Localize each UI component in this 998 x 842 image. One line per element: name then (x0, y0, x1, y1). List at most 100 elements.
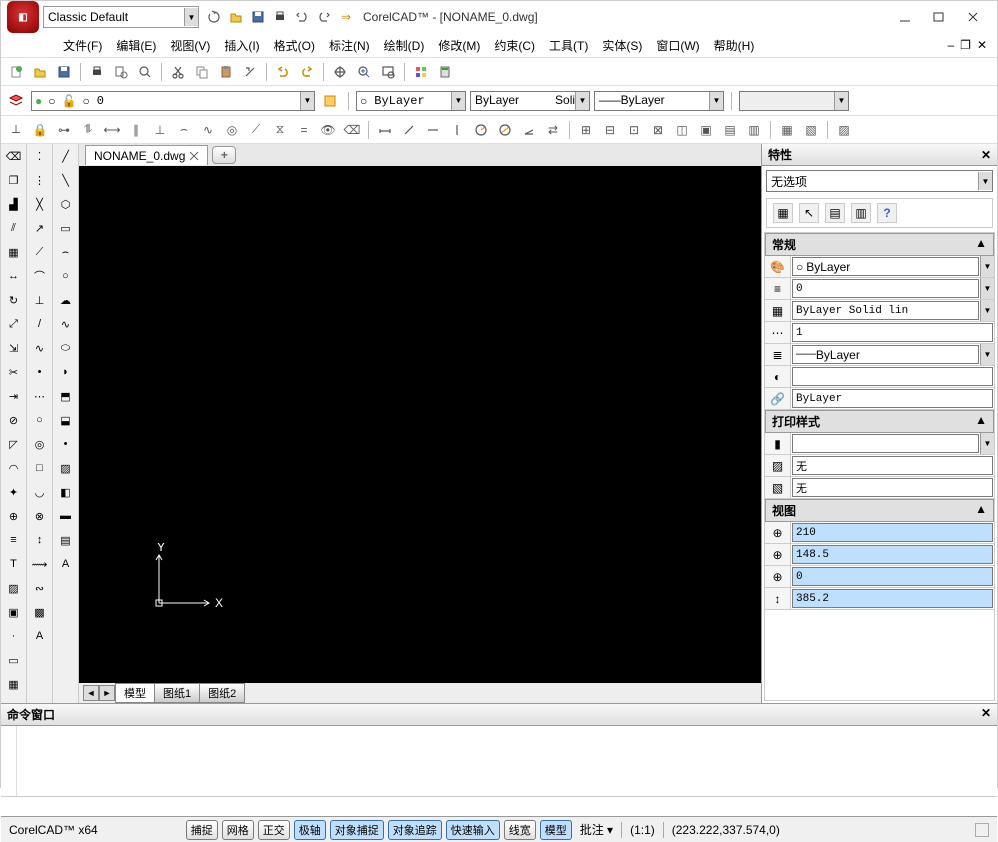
filter-icon[interactable]: ▥ (851, 203, 871, 223)
xline-icon[interactable]: ╳ (30, 194, 50, 214)
line-ends-icon[interactable]: ⋮ (30, 170, 50, 190)
add-tab-button[interactable]: + (212, 146, 236, 164)
dot-icon[interactable]: • (30, 362, 50, 382)
lineweight-combo[interactable]: ———ByLayer ▼ (594, 91, 724, 111)
workspace-combo[interactable]: Classic Default ▼ (43, 6, 199, 28)
dim-horizontal-icon[interactable] (423, 120, 443, 140)
maximize-button[interactable] (927, 8, 951, 26)
chevron-down-icon[interactable]: ▼ (184, 8, 198, 26)
prop-layer[interactable]: 0 (792, 279, 979, 298)
file-tab-active[interactable]: NONAME_0.dwg (85, 145, 208, 165)
chamfer-icon[interactable]: ◸ (4, 434, 24, 454)
prop-linescale[interactable]: 1 (792, 323, 993, 342)
dim-points-icon[interactable]: ⁚ (30, 146, 50, 166)
ortho-toggle[interactable]: 正交 (258, 820, 290, 840)
quick-select-icon[interactable]: ↖ (799, 203, 819, 223)
dimc-4-icon[interactable]: ⊠ (648, 120, 668, 140)
collapse-icon[interactable]: ▲ (975, 413, 987, 430)
hatch-tool-icon[interactable]: ▨ (4, 578, 24, 598)
rectangle-icon[interactable]: ▭ (56, 218, 76, 238)
prop-vh[interactable]: 385.2 (792, 589, 993, 608)
menu-view[interactable]: 视图(V) (164, 35, 216, 56)
equal-icon[interactable]: = (294, 120, 314, 140)
lengthen-icon[interactable]: ↕ (30, 530, 50, 550)
construction-icon[interactable]: / (30, 314, 50, 334)
lweight-toggle[interactable]: 线宽 (504, 820, 536, 840)
menu-annotate[interactable]: 标注(N) (323, 35, 376, 56)
chevron-down-icon[interactable]: ▼ (980, 256, 994, 277)
refresh-icon[interactable] (204, 7, 224, 27)
chevron-down-icon[interactable]: ▼ (980, 278, 994, 299)
osnap-toggle[interactable]: 对象捕捉 (330, 820, 384, 840)
text-tool-icon[interactable]: T (4, 554, 24, 574)
prop-vx[interactable]: 210 (792, 523, 993, 542)
symmetric-icon[interactable]: ⧖ (270, 120, 290, 140)
scale-icon[interactable]: ⤢ (4, 314, 24, 334)
parallel-icon[interactable]: ∥ (126, 120, 146, 140)
resize-grip-icon[interactable] (975, 823, 989, 837)
print-tb-icon[interactable] (87, 62, 107, 82)
dimc-hide-icon[interactable]: ▧ (801, 120, 821, 140)
menu-constrain[interactable]: 约束(C) (488, 35, 541, 56)
prop-printno1[interactable]: 无 (792, 456, 993, 475)
tab-model[interactable]: 模型 (115, 683, 155, 703)
infinite-line-icon[interactable]: ╲ (56, 170, 76, 190)
smooth-icon[interactable]: ∿ (198, 120, 218, 140)
down-arrow-icon[interactable]: ⇒ (336, 7, 356, 27)
move-icon[interactable]: ↔ (4, 266, 24, 286)
collapse-icon[interactable]: ▲ (975, 236, 987, 253)
ellipse-icon[interactable]: ⬭ (56, 338, 76, 358)
scale-ratio[interactable]: (1:1) (630, 823, 655, 837)
arc-icon[interactable]: ⌢ (56, 242, 76, 262)
chevron-down-icon[interactable]: ▼ (978, 172, 992, 190)
circle-tool-icon[interactable]: ○ (56, 266, 76, 286)
ellipse-arc-icon[interactable]: ◗ (56, 362, 76, 382)
divide-icon[interactable]: ⋯ (30, 386, 50, 406)
prop-vy[interactable]: 148.5 (792, 545, 993, 564)
menu-window[interactable]: 窗口(W) (650, 35, 705, 56)
model-toggle[interactable]: 模型 (540, 820, 572, 840)
scroll-left-icon[interactable]: ◄ (83, 685, 99, 701)
new-doc-icon[interactable] (6, 62, 26, 82)
redo-tb-icon[interactable] (297, 62, 317, 82)
plotstyle-combo[interactable]: ▼ (739, 91, 849, 111)
section-view[interactable]: 视图▲ (765, 499, 994, 522)
break-icon[interactable]: ⊘ (4, 410, 24, 430)
menu-modify[interactable]: 修改(M) (432, 35, 486, 56)
line-icon[interactable]: ╱ (56, 146, 76, 166)
dimc-6-icon[interactable]: ▣ (696, 120, 716, 140)
pline-icon[interactable]: ⟋ (30, 242, 50, 262)
array-icon[interactable]: ▦ (4, 242, 24, 262)
open-icon[interactable] (226, 7, 246, 27)
point-tool-icon[interactable]: · (4, 626, 24, 646)
polygon-icon[interactable]: ⬡ (56, 194, 76, 214)
chevron-down-icon[interactable]: ▼ (575, 92, 589, 110)
open-folder-icon[interactable] (30, 62, 50, 82)
extend-icon[interactable]: ⇥ (4, 386, 24, 406)
chevron-down-icon[interactable]: ▼ (980, 433, 994, 454)
offset-icon[interactable]: ⫽ (4, 218, 24, 238)
settings-icon[interactable]: ▨ (834, 120, 854, 140)
pan-icon[interactable] (330, 62, 350, 82)
hatch-icon[interactable]: ▨ (56, 458, 76, 478)
chevron-down-icon[interactable]: ▼ (834, 92, 848, 110)
table-tool-icon[interactable]: ▤ (56, 530, 76, 550)
prop-vz[interactable]: 0 (792, 567, 993, 586)
stretch-icon[interactable]: ⇲ (4, 338, 24, 358)
prop-printstyle[interactable] (792, 434, 979, 453)
mdi-close-icon[interactable]: ✕ (977, 38, 987, 52)
prop-transparency[interactable] (792, 367, 993, 386)
chevron-down-icon[interactable]: ▼ (709, 92, 723, 110)
qinput-toggle[interactable]: 快速输入 (446, 820, 500, 840)
spline-icon[interactable]: ∿ (56, 314, 76, 334)
donut-icon[interactable]: ◎ (30, 434, 50, 454)
chevron-down-icon[interactable]: ▼ (300, 92, 314, 110)
match-prop-icon[interactable] (240, 62, 260, 82)
calc-icon[interactable] (435, 62, 455, 82)
section-print[interactable]: 打印样式▲ (765, 410, 994, 433)
make-block-icon[interactable]: ⬓ (56, 410, 76, 430)
close-cmd-icon[interactable]: ✕ (981, 706, 991, 723)
toggle-pick-icon[interactable]: ▦ (773, 203, 793, 223)
show-hide-icon[interactable]: 👁 (318, 120, 338, 140)
explode-icon[interactable]: ✦ (4, 482, 24, 502)
